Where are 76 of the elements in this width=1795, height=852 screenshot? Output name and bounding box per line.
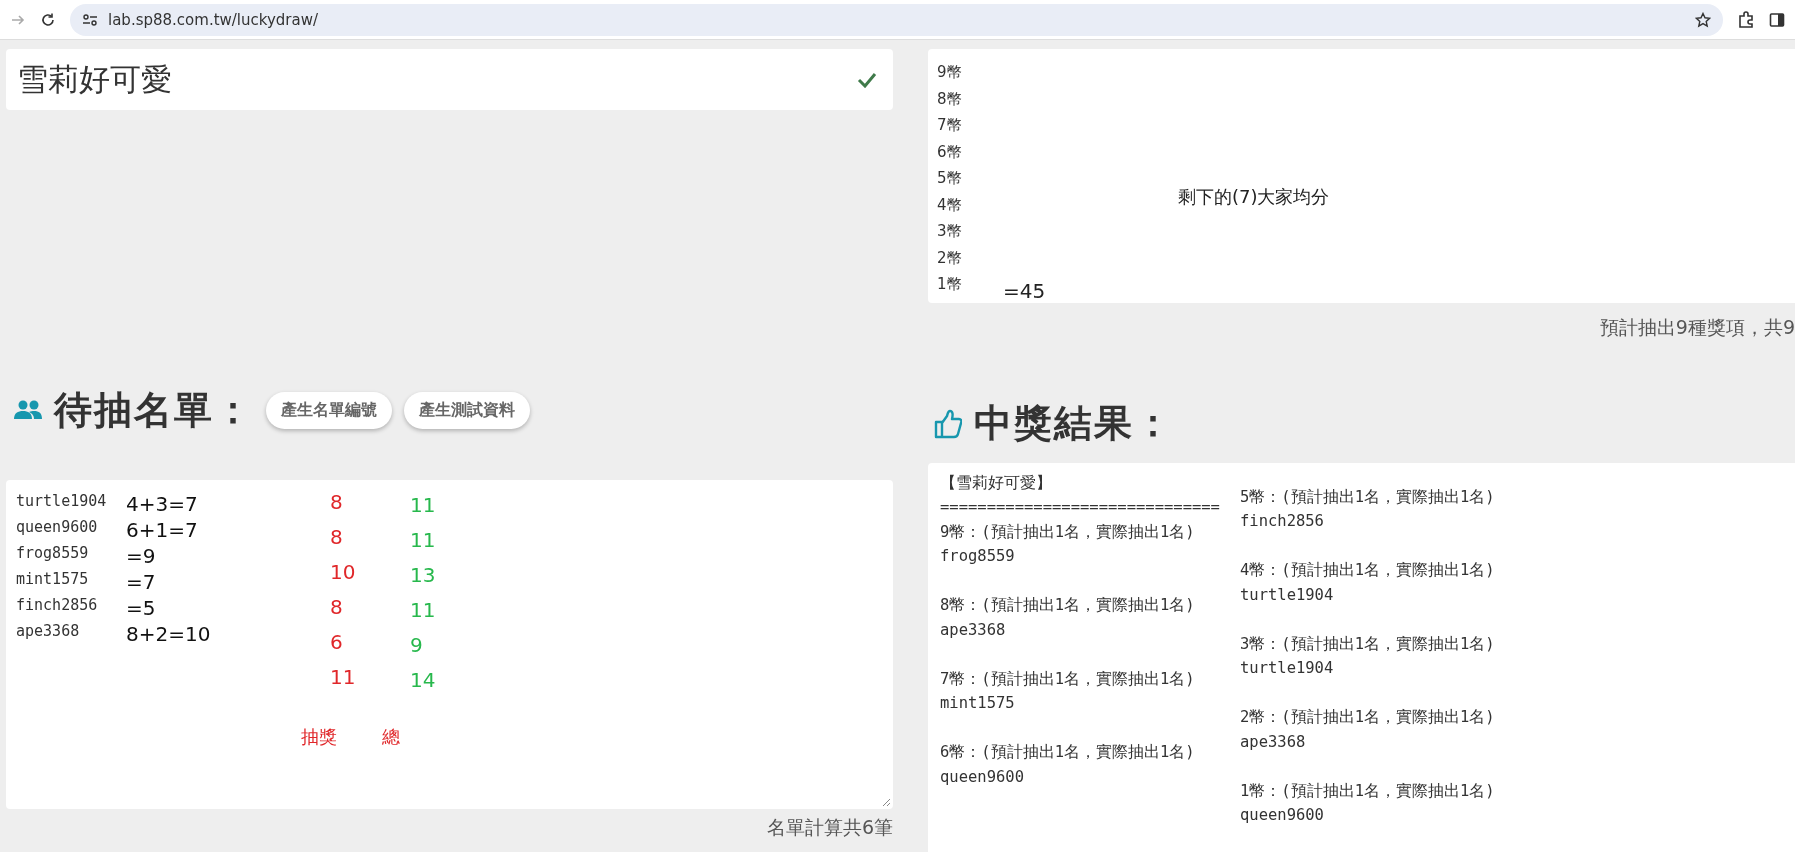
total-count: 11: [410, 528, 436, 553]
prize-label: 1幣: [937, 274, 962, 295]
prize-line: 9幣：(預計抽出1名，實際抽出1名): [940, 521, 1196, 543]
entrant-name: turtle1904: [16, 491, 108, 512]
total-count: 11: [410, 493, 436, 518]
winner-name: finch2856: [1239, 511, 1325, 532]
reload-icon[interactable]: [40, 11, 56, 28]
prize-line: 2幣：(預計抽出1名，實際抽出1名): [1239, 707, 1495, 728]
results-title: 【雪莉好可愛】: [940, 472, 1053, 494]
formula-text: 6+1=7: [126, 518, 199, 542]
prize-line: 4幣：(預計抽出1名，實際抽出1名): [1239, 560, 1495, 581]
resize-handle-icon[interactable]: [882, 798, 891, 807]
winner-name: mint1575: [940, 693, 1016, 714]
address-bar[interactable]: lab.sp88.com.tw/luckydraw/: [70, 3, 1723, 36]
formula-text: 8+2=10: [126, 622, 212, 646]
sidebar-icon[interactable]: [1769, 11, 1785, 28]
draw-count: 11: [330, 665, 357, 690]
total-count: 9: [410, 633, 424, 658]
prize-line: 1幣：(預計抽出1名，實際抽出1名): [1239, 780, 1495, 802]
section-heading: 待抽名單：: [54, 386, 254, 434]
total-count: 11: [410, 598, 436, 623]
action-button[interactable]: 產生測試資料: [404, 391, 530, 429]
column-label: 總: [382, 725, 400, 749]
winner-name: turtle1904: [1239, 658, 1335, 679]
check-icon: [857, 71, 877, 88]
prize-label: 6幣: [937, 141, 962, 163]
entrant-name: mint1575: [16, 569, 90, 590]
prize-label: 5幣: [937, 168, 962, 189]
winner-name: queen9600: [1239, 805, 1325, 826]
separator-text: ==============================: [940, 497, 1220, 518]
draw-count: 8: [330, 595, 344, 620]
thumbs-up-icon: [934, 408, 962, 439]
prize-label: 7幣: [937, 115, 962, 136]
prize-line: 8幣：(預計抽出1名，實際抽出1名): [940, 595, 1196, 616]
entrant-count: 名單計算共6筆: [766, 815, 893, 840]
prize-label: 8幣: [937, 88, 962, 110]
entrant-name: ape3368: [16, 621, 81, 642]
formula-text: =5: [126, 596, 157, 620]
formula-text: =7: [126, 570, 157, 594]
site-settings-icon[interactable]: [82, 12, 98, 27]
winner-name: ape3368: [940, 619, 1007, 641]
entrant-name: finch2856: [16, 595, 99, 616]
draw-count: 8: [330, 525, 344, 550]
star-icon[interactable]: [1695, 11, 1711, 28]
prize-line: 5幣：(預計抽出1名，實際抽出1名): [1239, 486, 1495, 508]
prize-label: 2幣: [937, 247, 962, 269]
formula-text: 4+3=7: [126, 492, 199, 516]
prize-label: 3幣: [937, 221, 962, 242]
entrant-name: queen9600: [16, 517, 99, 538]
remainder-note: 剩下的(7)大家均分: [1178, 185, 1330, 209]
entrant-list-field[interactable]: turtle1904 queen9600 frog8559 mint1575 finch2856 ape3368 4+3=7 6+1=7 =9 =7 =5 8+2=10 8 8 10 8 6 11 11 11 13 11 9 14 抽獎 總: [6, 480, 893, 809]
winner-name: turtle1904: [1239, 584, 1335, 606]
puzzle-icon[interactable]: [1737, 10, 1755, 29]
draw-count: 8: [330, 490, 344, 515]
winner-name: queen9600: [940, 766, 1025, 788]
prize-line: 3幣：(預計抽出1名，實際抽出1名): [1239, 633, 1495, 655]
prize-line: 7幣：(預計抽出1名，實際抽出1名): [940, 668, 1196, 690]
prize-label: 9幣: [937, 62, 962, 83]
action-button[interactable]: 產生名單編號: [266, 391, 392, 429]
prize-label: 4幣: [937, 194, 962, 216]
draw-count: 10: [330, 560, 357, 585]
total-count: 14: [410, 668, 436, 693]
winner-name: ape3368: [1239, 731, 1307, 753]
section-heading: 中獎結果：: [974, 400, 1174, 447]
prize-summary: 預計抽出9種獎項，共9: [1599, 314, 1795, 340]
formula-text: =9: [126, 544, 157, 568]
winner-name: frog8559: [940, 546, 1016, 567]
total-count: 13: [410, 563, 436, 588]
sum-text: =45: [1003, 279, 1046, 303]
prize-line: 6幣：(預計抽出1名，實際抽出1名): [940, 742, 1196, 763]
column-label: 抽獎: [301, 725, 337, 749]
draw-count: 6: [330, 630, 344, 655]
entrant-name: frog8559: [16, 543, 90, 564]
draw-title: 雪莉好可愛: [17, 59, 172, 99]
url-text: lab.sp88.com.tw/luckydraw/: [108, 10, 318, 29]
people-icon: [14, 400, 42, 420]
